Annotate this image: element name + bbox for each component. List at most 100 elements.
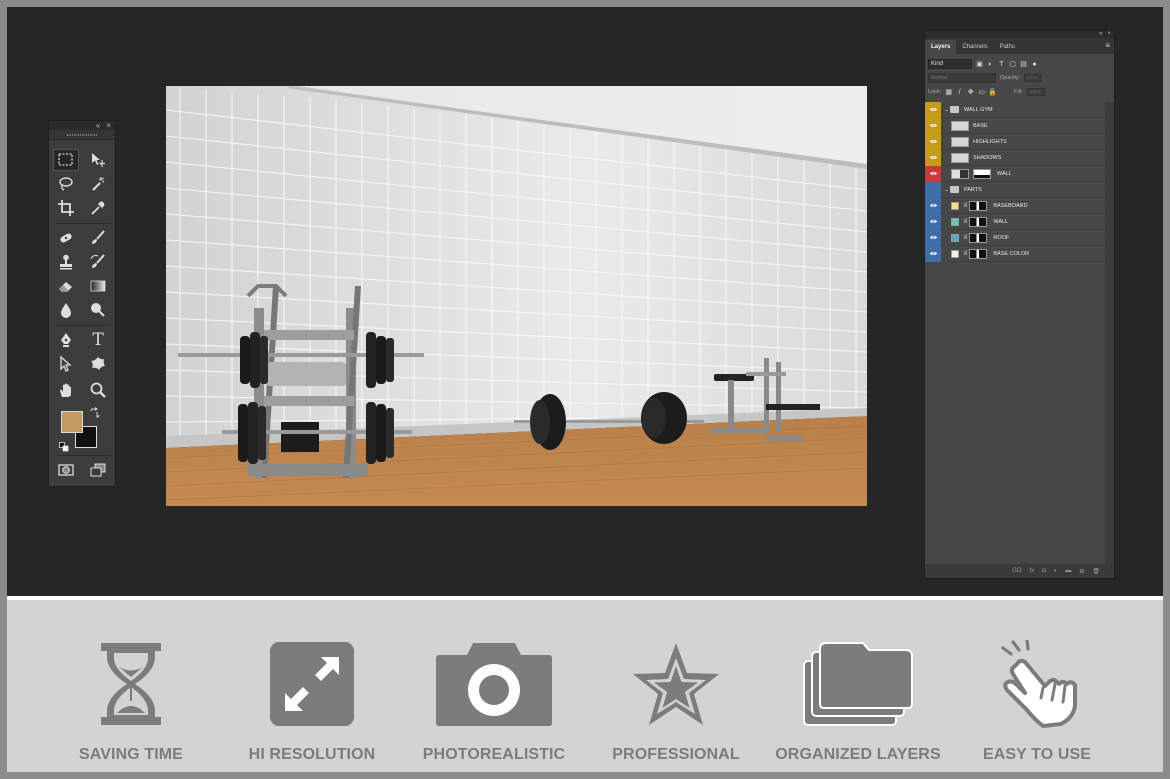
collapse-icon[interactable]: « bbox=[96, 121, 100, 130]
fill-color-thumbnail[interactable] bbox=[951, 249, 959, 258]
magic-wand-tool-icon[interactable] bbox=[85, 173, 111, 195]
visibility-eye-icon[interactable] bbox=[925, 213, 941, 230]
new-layer-icon[interactable]: ⊞ bbox=[1079, 568, 1084, 575]
mask-link-icon[interactable]: 8 bbox=[964, 251, 967, 257]
hand-tool-icon[interactable] bbox=[53, 379, 79, 401]
mask-link-icon[interactable]: 8 bbox=[964, 203, 967, 209]
filter-row: Kind ▣ ◐ T ▢ ▤ ● bbox=[925, 57, 1114, 71]
filter-pixel-icon[interactable]: ▣ bbox=[976, 61, 983, 68]
lock-position-icon[interactable]: ✥ bbox=[967, 89, 974, 96]
layer-thumbnail[interactable] bbox=[951, 152, 969, 163]
lock-all-icon[interactable]: 🔒 bbox=[988, 89, 997, 96]
visibility-eye-icon[interactable] bbox=[925, 197, 941, 214]
layer-thumbnail[interactable] bbox=[951, 168, 969, 179]
layer-thumbnail[interactable] bbox=[951, 120, 969, 131]
link-layers-icon[interactable]: GO bbox=[1012, 568, 1021, 574]
zoom-tool-icon[interactable] bbox=[85, 379, 111, 401]
fill-color-thumbnail[interactable] bbox=[951, 201, 959, 210]
visibility-eye-icon[interactable] bbox=[925, 181, 941, 198]
lock-paint-icon[interactable]: / bbox=[956, 89, 963, 96]
pen-tool-icon[interactable] bbox=[53, 329, 79, 351]
gradient-tool-icon[interactable] bbox=[85, 275, 111, 297]
camera-icon bbox=[436, 643, 552, 726]
blur-tool-icon[interactable] bbox=[53, 299, 79, 321]
layer-row[interactable]: SHADOWS bbox=[925, 149, 1106, 166]
lock-transparent-icon[interactable]: ▦ bbox=[945, 89, 952, 96]
layer-mask-thumbnail[interactable] bbox=[969, 248, 988, 259]
visibility-eye-icon[interactable] bbox=[925, 229, 941, 246]
layer-mask-thumbnail[interactable] bbox=[969, 232, 988, 243]
dodge-tool-icon[interactable] bbox=[85, 299, 111, 321]
marquee-tool-icon[interactable] bbox=[53, 149, 79, 171]
visibility-eye-icon[interactable] bbox=[925, 245, 941, 262]
swap-colors-icon[interactable] bbox=[89, 406, 101, 418]
add-mask-icon[interactable]: ◘ bbox=[1042, 568, 1046, 574]
type-tool-icon[interactable]: T bbox=[85, 329, 111, 351]
fill-field[interactable]: 100% bbox=[1026, 88, 1045, 96]
filter-type-icon[interactable]: T bbox=[998, 61, 1005, 68]
fill-color-thumbnail[interactable] bbox=[951, 233, 959, 242]
close-icon[interactable]: × bbox=[106, 121, 111, 130]
filter-smart-object-icon[interactable]: ▤ bbox=[1020, 61, 1027, 68]
feature-label: PROFESSIONAL bbox=[612, 746, 740, 763]
blend-mode-select[interactable]: Normal bbox=[928, 73, 996, 83]
tab-channels[interactable]: Channels bbox=[956, 40, 993, 54]
filter-kind-select[interactable]: Kind bbox=[928, 59, 972, 69]
layer-mask-thumbnail[interactable] bbox=[969, 216, 988, 227]
visibility-eye-icon[interactable] bbox=[925, 149, 941, 166]
layer-row[interactable]: HIGHLIGHTS bbox=[925, 133, 1106, 150]
layer-row[interactable]: BASE bbox=[925, 117, 1106, 134]
delete-layer-icon[interactable]: 🗑 bbox=[1092, 568, 1100, 575]
layer-thumbnail[interactable] bbox=[951, 136, 969, 147]
clone-stamp-tool-icon[interactable] bbox=[53, 251, 79, 273]
layer-row[interactable]: 8 ROOF bbox=[925, 229, 1106, 246]
visibility-eye-icon[interactable] bbox=[925, 101, 941, 118]
tools-panel-grip[interactable] bbox=[49, 130, 115, 140]
tools-panel: « × T bbox=[48, 120, 116, 487]
mask-link-icon[interactable]: 8 bbox=[964, 219, 967, 225]
layer-row[interactable]: WALL bbox=[925, 165, 1106, 182]
tab-layers[interactable]: Layers bbox=[925, 40, 957, 54]
layer-row[interactable]: 8 WALL bbox=[925, 213, 1106, 230]
healing-brush-tool-icon[interactable] bbox=[53, 227, 79, 249]
visibility-eye-icon[interactable] bbox=[925, 165, 941, 182]
fill-color-thumbnail[interactable] bbox=[951, 217, 959, 226]
path-selection-tool-icon[interactable] bbox=[53, 353, 79, 375]
filter-toggle-icon[interactable]: ● bbox=[1031, 61, 1038, 68]
new-group-icon[interactable]: ▬ bbox=[1065, 568, 1071, 574]
quick-mask-icon[interactable] bbox=[53, 459, 79, 481]
history-brush-tool-icon[interactable] bbox=[85, 251, 111, 273]
lasso-tool-icon[interactable] bbox=[53, 173, 79, 195]
layer-mask-thumbnail[interactable] bbox=[973, 168, 991, 179]
adjustment-icon[interactable]: ◐ bbox=[1054, 568, 1058, 574]
default-colors-icon[interactable] bbox=[59, 439, 69, 452]
crop-tool-icon[interactable] bbox=[53, 197, 79, 219]
brush-tool-icon[interactable] bbox=[85, 227, 111, 249]
opacity-field[interactable]: 100% bbox=[1024, 74, 1043, 82]
layers-scrollbar[interactable] bbox=[1105, 102, 1114, 570]
foreground-color-swatch[interactable] bbox=[61, 411, 83, 433]
eyedropper-tool-icon[interactable] bbox=[85, 197, 111, 219]
document-canvas[interactable] bbox=[166, 86, 867, 506]
collapse-icon[interactable]: « bbox=[1099, 31, 1102, 38]
custom-shape-tool-icon[interactable] bbox=[85, 353, 111, 375]
layer-name: WALL bbox=[993, 218, 1009, 225]
close-icon[interactable]: × bbox=[1107, 31, 1111, 38]
lock-artboard-icon[interactable]: ▭ bbox=[978, 89, 985, 96]
layer-row[interactable]: ⌄ WALL GYM bbox=[925, 101, 1106, 118]
mask-link-icon[interactable]: 8 bbox=[964, 235, 967, 241]
tab-paths[interactable]: Paths bbox=[994, 40, 1021, 54]
eraser-tool-icon[interactable] bbox=[53, 275, 79, 297]
layer-row[interactable]: 8 BASE COLOR bbox=[925, 245, 1106, 262]
visibility-eye-icon[interactable] bbox=[925, 133, 941, 150]
screen-mode-icon[interactable] bbox=[85, 459, 111, 481]
move-tool-icon[interactable] bbox=[85, 149, 111, 171]
panel-menu-icon[interactable]: ≡ bbox=[1105, 41, 1110, 50]
filter-adjustment-icon[interactable]: ◐ bbox=[987, 61, 994, 68]
visibility-eye-icon[interactable] bbox=[925, 117, 941, 134]
filter-shape-icon[interactable]: ▢ bbox=[1009, 61, 1016, 68]
layer-row[interactable]: 8 BASEBOARD bbox=[925, 197, 1106, 214]
layer-mask-thumbnail[interactable] bbox=[969, 200, 988, 211]
fx-icon[interactable]: fx bbox=[1029, 568, 1034, 574]
layer-row[interactable]: ⌄ PARTS bbox=[925, 181, 1106, 198]
